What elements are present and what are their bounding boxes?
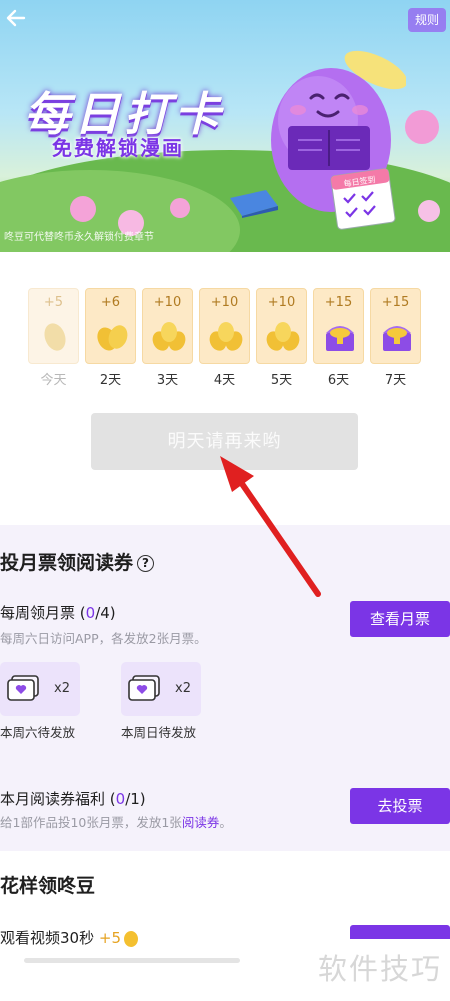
day-card: +10 xyxy=(142,288,193,364)
checkin-day-4: +10 4天 xyxy=(199,288,250,388)
book-illustration xyxy=(230,190,278,218)
banner-subtitle: 免费解锁漫画 xyxy=(52,136,184,160)
progress-value: 0 xyxy=(85,604,96,622)
flower-decoration xyxy=(405,110,439,144)
checkin-day-6: +15 6天 xyxy=(313,288,364,388)
day-label: 今天 xyxy=(40,373,67,388)
day-reward: +10 xyxy=(210,295,239,310)
day-card: +6 xyxy=(85,288,136,364)
saturday-ticket: x2 xyxy=(0,662,80,716)
come-back-tomorrow-button[interactable]: 明天请再来哟 xyxy=(91,413,358,470)
day-label: 7天 xyxy=(384,373,407,388)
ticket-icon xyxy=(128,675,160,701)
flower-decoration xyxy=(418,200,440,222)
bean-reward: +5 xyxy=(98,929,121,947)
task-title-text: 本月阅读券福利 xyxy=(0,790,106,808)
monthly-coupon-title: 本月阅读券福利 (0/1) xyxy=(0,788,146,809)
desc-suffix: 。 xyxy=(219,815,232,830)
help-icon[interactable]: ? xyxy=(137,555,155,572)
checkin-day-1: +5 今天 xyxy=(28,288,79,388)
view-monthly-ticket-button[interactable]: 查看月票 xyxy=(350,601,450,637)
watermark: 软件技巧 xyxy=(318,952,443,986)
progress-total: /1) xyxy=(125,790,146,808)
back-arrow-icon[interactable] xyxy=(6,8,28,30)
saturday-ticket-label: 本周六待发放 xyxy=(0,725,76,740)
beans-icon xyxy=(97,325,128,351)
day-reward: +6 xyxy=(100,295,121,310)
day-card: +5 xyxy=(28,288,79,364)
weekly-ticket-desc: 每周六日访问APP，各发放2张月票。 xyxy=(0,631,207,646)
section-title-monthly-ticket: 投月票领阅读券? xyxy=(0,548,155,575)
section-title-text: 投月票领阅读券 xyxy=(0,552,134,574)
day-label: 6天 xyxy=(327,373,350,388)
checkin-day-3: +10 3天 xyxy=(142,288,193,388)
bean-icon xyxy=(44,323,66,351)
calendar-illustration: 每日签到 xyxy=(330,168,396,230)
day-label: 5天 xyxy=(270,373,293,388)
beans-pile-icon xyxy=(266,322,300,351)
beans-pile-icon xyxy=(152,322,186,351)
day-label: 4天 xyxy=(213,373,236,388)
checkin-day-5: +10 5天 xyxy=(256,288,307,388)
go-vote-button[interactable]: 去投票 xyxy=(350,788,450,824)
day-reward: +5 xyxy=(43,295,64,310)
day-label: 2天 xyxy=(99,373,122,388)
day-label: 3天 xyxy=(156,373,179,388)
beans-pile-icon xyxy=(209,322,243,351)
day-reward: +15 xyxy=(381,295,410,310)
section-title-beans: 花样领咚豆 xyxy=(0,875,96,897)
flower-decoration xyxy=(170,198,190,218)
ticket-multiplier: x2 xyxy=(54,681,70,696)
sunday-ticket: x2 xyxy=(121,662,201,716)
treasure-chest-icon xyxy=(383,326,411,351)
task-title-text: 观看视频30秒 xyxy=(0,929,95,947)
day-card: +10 xyxy=(256,288,307,364)
ticket-icon xyxy=(7,675,39,701)
banner-note: 咚豆可代替咚币永久解锁付费章节 xyxy=(4,232,154,243)
checkin-banner: 规则 每日打卡 免费解锁漫画 每日签到 咚豆可代替咚币永久解锁付费章节 xyxy=(0,0,450,252)
treasure-chest-icon xyxy=(326,326,354,351)
checkin-day-2: +6 2天 xyxy=(85,288,136,388)
desc-text: 给1部作品投10张月票，发放1张 xyxy=(0,815,182,830)
day-card: +15 xyxy=(313,288,364,364)
progress-total: /4) xyxy=(95,604,116,622)
reading-coupon-link[interactable]: 阅读券 xyxy=(182,815,220,830)
horizontal-scrollbar[interactable] xyxy=(24,958,240,963)
sunday-ticket-label: 本周日待发放 xyxy=(121,725,197,740)
checkin-days: +5 今天 +6 2天 +10 3天 +10 4天 +10 5天 +15 6天 … xyxy=(28,288,428,388)
day-reward: +10 xyxy=(267,295,296,310)
progress-value: 0 xyxy=(115,790,126,808)
checkin-day-7: +15 7天 xyxy=(370,288,421,388)
bean-coin-icon xyxy=(124,930,138,947)
day-reward: +15 xyxy=(324,295,353,310)
monthly-coupon-desc: 给1部作品投10张月票，发放1张阅读券。 xyxy=(0,812,232,831)
weekly-ticket-title: 每周领月票 (0/4) xyxy=(0,602,116,623)
tasks-section: 投月票领阅读券? 每周领月票 (0/4) 每周六日访问APP，各发放2张月票。 … xyxy=(0,525,450,1001)
day-reward: +10 xyxy=(153,295,182,310)
watch-video-task: 观看视频30秒 +5 xyxy=(0,927,138,948)
day-card: +10 xyxy=(199,288,250,364)
rules-button[interactable]: 规则 xyxy=(408,8,446,32)
day-card: +15 xyxy=(370,288,421,364)
ticket-multiplier: x2 xyxy=(175,681,191,696)
flower-decoration xyxy=(70,196,96,222)
watch-video-button[interactable] xyxy=(350,925,450,939)
task-title-text: 每周领月票 xyxy=(0,604,76,622)
